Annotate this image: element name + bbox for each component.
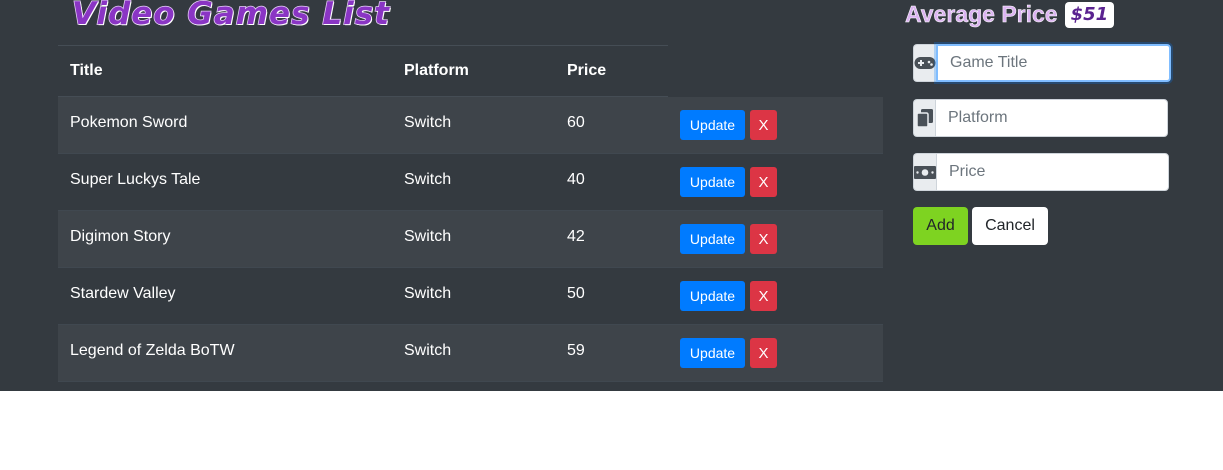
cell-title: Legend of Zelda BoTW xyxy=(70,342,235,359)
game-title-input[interactable] xyxy=(936,44,1171,82)
cell-platform: Switch xyxy=(404,285,452,302)
cell-title: Pokemon Sword xyxy=(70,114,188,131)
column-header-platform: Platform xyxy=(404,62,469,79)
update-button[interactable]: Update xyxy=(680,167,745,197)
cell-platform: Switch xyxy=(404,228,452,245)
average-price-badge: $51 xyxy=(1064,1,1115,28)
delete-button[interactable]: X xyxy=(750,110,777,140)
cancel-button[interactable]: Cancel xyxy=(972,207,1048,245)
cell-price: 50 xyxy=(567,285,585,302)
games-table: Title Platform Price Pokemon Sword Switc… xyxy=(58,45,883,382)
cell-title: Stardew Valley xyxy=(70,285,176,302)
cell-platform: Switch xyxy=(404,342,452,359)
price-group xyxy=(913,153,1169,191)
cell-price: 42 xyxy=(567,228,585,245)
copy-icon xyxy=(913,99,935,137)
price-input[interactable] xyxy=(936,153,1169,191)
platform-input[interactable] xyxy=(935,99,1168,137)
cell-platform: Switch xyxy=(404,171,452,188)
update-button[interactable]: Update xyxy=(680,224,745,254)
page-title: Video Games List xyxy=(71,0,390,33)
game-title-group xyxy=(913,44,1171,82)
average-price-label: Average Price xyxy=(905,1,1058,28)
app-container: Video Games List Title Platform Price Po… xyxy=(0,0,1223,391)
update-button[interactable]: Update xyxy=(680,281,745,311)
column-header-title: Title xyxy=(70,62,103,79)
gamepad-icon xyxy=(913,44,936,82)
cell-title: Super Luckys Tale xyxy=(70,171,201,188)
cell-platform: Switch xyxy=(404,114,452,131)
table-row: Pokemon Sword Switch 60 Update X xyxy=(58,97,883,154)
average-price: Average Price $51 xyxy=(905,1,1115,28)
table-row: Digimon Story Switch 42 Update X xyxy=(58,211,883,268)
column-header-price: Price xyxy=(567,62,607,79)
cell-price: 59 xyxy=(567,342,585,359)
cell-price: 60 xyxy=(567,114,585,131)
table-row: Super Luckys Tale Switch 40 Update X xyxy=(58,154,883,211)
table-row: Legend of Zelda BoTW Switch 59 Update X xyxy=(58,325,883,382)
table-row: Stardew Valley Switch 50 Update X xyxy=(58,268,883,325)
cell-price: 40 xyxy=(567,171,585,188)
table-header: Title Platform Price xyxy=(58,45,668,97)
delete-button[interactable]: X xyxy=(750,167,777,197)
money-bill-icon xyxy=(913,153,936,191)
add-button[interactable]: Add xyxy=(913,207,968,245)
update-button[interactable]: Update xyxy=(680,338,745,368)
delete-button[interactable]: X xyxy=(750,281,777,311)
delete-button[interactable]: X xyxy=(750,338,777,368)
delete-button[interactable]: X xyxy=(750,224,777,254)
platform-group xyxy=(913,99,1168,137)
update-button[interactable]: Update xyxy=(680,110,745,140)
cell-title: Digimon Story xyxy=(70,228,171,245)
